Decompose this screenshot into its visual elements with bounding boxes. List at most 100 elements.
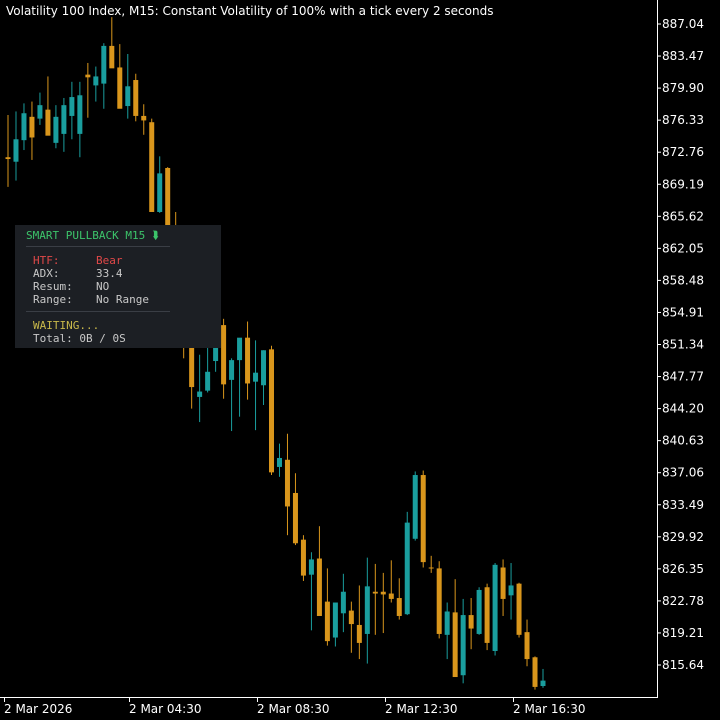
candle xyxy=(300,535,306,581)
candle-body xyxy=(436,568,442,634)
candle-body xyxy=(460,615,466,676)
candle-body xyxy=(396,598,402,616)
time-tick-label: 2 Mar 12:30 xyxy=(385,702,458,716)
candle-body xyxy=(133,80,139,116)
candle-body xyxy=(404,522,410,615)
candle-body xyxy=(85,74,91,78)
price-tick-label: 844.20 xyxy=(662,402,704,416)
candle-body xyxy=(157,173,163,212)
candle-body xyxy=(5,157,11,160)
candle-body xyxy=(476,589,482,634)
price-tick-label: 883.47 xyxy=(662,49,704,63)
candle-body xyxy=(197,391,203,397)
candle-body xyxy=(420,475,426,563)
candle-body xyxy=(316,558,322,616)
candle-body xyxy=(165,168,171,227)
price-tick-label: 840.63 xyxy=(662,434,704,448)
chart-title: Volatility 100 Index, M15: Constant Vola… xyxy=(6,4,494,18)
time-tick-label: 2 Mar 08:30 xyxy=(257,702,330,716)
candle-body xyxy=(13,139,19,162)
time-tick-label: 2 Mar 2026 xyxy=(4,702,72,716)
candle xyxy=(404,511,410,616)
candle-body xyxy=(205,371,211,391)
candle-body xyxy=(237,337,243,361)
price-tick-label: 822.78 xyxy=(662,594,704,608)
candle-body xyxy=(380,591,386,595)
candle-body xyxy=(45,109,51,136)
candle xyxy=(269,345,275,476)
status-text: WAITING... xyxy=(33,319,100,332)
candle-body xyxy=(428,567,434,569)
candle xyxy=(492,563,498,656)
candle-body xyxy=(500,567,506,599)
candle-body xyxy=(261,350,267,386)
resum-row: Resum: NO xyxy=(33,280,109,293)
candle-body xyxy=(149,122,155,212)
candle-body xyxy=(117,67,123,109)
candle-body xyxy=(189,344,195,388)
price-tick-label: 819.21 xyxy=(662,626,704,640)
smart-pullback-panel: SMART PULLBACK M15 ⮯ HTF: Bear ADX: 33.4 R… xyxy=(15,225,221,348)
candle-body xyxy=(388,593,394,599)
htf-row: HTF: Bear xyxy=(33,254,123,267)
price-tick-label: 862.05 xyxy=(662,241,704,255)
price-tick-label: 872.76 xyxy=(662,145,704,159)
price-tick-label: 876.33 xyxy=(662,113,704,127)
price-tick-label: 837.06 xyxy=(662,466,704,480)
candle-body xyxy=(109,45,115,69)
candlestick-chart[interactable]: 887.04 883.47 879.90 876.33 872.76 869.19 865.… xyxy=(0,0,720,720)
candle-body xyxy=(221,325,227,385)
htf-label: HTF: xyxy=(33,254,60,267)
down-arrow-icon: ⮯ xyxy=(151,229,159,242)
price-tick-label: 879.90 xyxy=(662,81,704,95)
candle-body xyxy=(484,587,490,643)
candle-body xyxy=(372,591,378,594)
candle-body xyxy=(141,115,147,121)
resum-label: Resum: xyxy=(33,280,73,293)
candle xyxy=(412,471,418,541)
price-tick-label: 826.35 xyxy=(662,562,704,576)
candle-body xyxy=(516,583,522,635)
chart-background xyxy=(0,0,720,720)
candle-body xyxy=(284,459,290,507)
panel-divider xyxy=(26,246,170,247)
candle-body xyxy=(53,116,59,143)
candle-body xyxy=(29,116,35,138)
price-tick-label: 858.48 xyxy=(662,273,704,287)
price-tick-label: 815.64 xyxy=(662,658,704,672)
candle-body xyxy=(269,349,275,473)
candle-body xyxy=(93,76,99,86)
candle-body xyxy=(229,360,235,380)
candle-body xyxy=(452,612,458,678)
candle-body xyxy=(412,475,418,539)
candle-body xyxy=(300,539,306,576)
price-tick-label: 851.34 xyxy=(662,338,704,352)
candle-body xyxy=(340,591,346,614)
candle-body xyxy=(77,95,83,134)
candle-body xyxy=(508,585,514,596)
candle xyxy=(149,118,155,212)
range-value: No Range xyxy=(96,293,149,306)
candle xyxy=(516,582,522,638)
candle-body xyxy=(37,105,43,119)
candle-body xyxy=(101,45,107,84)
adx-row: ADX: 33.4 xyxy=(33,267,123,280)
candle-body xyxy=(332,602,338,638)
candle xyxy=(484,583,490,651)
candle-body xyxy=(276,457,282,467)
candle xyxy=(436,561,442,639)
candle-body xyxy=(245,337,251,384)
htf-value: Bear xyxy=(96,254,123,267)
candle-body xyxy=(356,624,362,643)
candle xyxy=(532,656,538,690)
candle-body xyxy=(21,113,27,141)
candle-body xyxy=(125,86,131,107)
candle-body xyxy=(444,611,450,635)
time-tick-label: 2 Mar 04:30 xyxy=(129,702,202,716)
adx-label: ADX: xyxy=(33,267,60,280)
price-tick-label: 854.91 xyxy=(662,305,704,319)
candle-body xyxy=(532,657,538,687)
candle-body xyxy=(324,601,330,642)
panel-header: SMART PULLBACK M15 ⮯ xyxy=(26,229,158,243)
price-tick-label: 833.49 xyxy=(662,498,704,512)
